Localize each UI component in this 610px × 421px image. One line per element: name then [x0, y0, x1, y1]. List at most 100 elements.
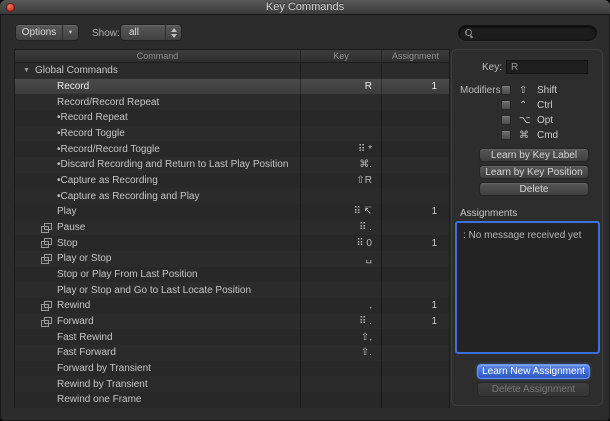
command-label: Rewind one Frame: [57, 394, 142, 406]
assignment-cell: [381, 94, 449, 111]
command-cell: •Capture as Recording and Play: [15, 188, 300, 204]
table-row[interactable]: Rewind by Transient: [15, 376, 449, 393]
command-cell: •Record Repeat: [15, 110, 300, 126]
table-row[interactable]: •Record Repeat: [15, 110, 449, 126]
command-cell: Forward by Transient: [15, 361, 300, 377]
table-row[interactable]: Forward by Transient: [15, 360, 449, 377]
command-cell: Rewind one Frame: [15, 392, 300, 408]
table-row[interactable]: Stop or Play From Last Position: [15, 266, 449, 283]
command-label: •Record Repeat: [57, 112, 128, 124]
command-cell: Fast Forward: [15, 345, 300, 361]
table-body: ▼ Global Commands Record R 1 Record/Reco…: [15, 63, 449, 408]
key-cell: ⠿ 0: [300, 235, 381, 252]
command-cell: Play or Stop: [15, 251, 300, 267]
command-label: Rewind: [57, 300, 91, 312]
learn-new-assignment-button[interactable]: Learn New Assignment: [477, 364, 590, 379]
assignments-box[interactable]: : No message received yet: [455, 221, 600, 354]
assignment-cell: [381, 392, 449, 408]
modifier-row-cmd: ⌘ Cmd: [501, 129, 558, 141]
assignment-cell: [381, 172, 449, 189]
command-cell: Rewind by Transient: [15, 376, 300, 392]
ctrl-checkbox[interactable]: [501, 100, 511, 110]
assignment-cell: [381, 63, 449, 79]
assignment-cell: [381, 110, 449, 126]
table-row[interactable]: Stop ⠿ 0 1: [15, 235, 449, 252]
show-filter-popup[interactable]: all: [120, 24, 182, 41]
shift-checkbox[interactable]: [501, 85, 511, 95]
learn-by-key-label-button[interactable]: Learn by Key Label: [479, 148, 589, 162]
assignment-cell: 1: [381, 204, 449, 220]
window-title: Key Commands: [265, 1, 345, 13]
assignment-cell: [381, 282, 449, 299]
controller-assignment-icon: [41, 253, 52, 264]
cmd-label: Cmd: [537, 129, 559, 141]
command-label: Fast Forward: [57, 347, 116, 359]
search-input[interactable]: [470, 26, 603, 40]
chevron-down-icon: ▼: [67, 29, 74, 36]
table-row[interactable]: Play ⠿ ↸ 1: [15, 204, 449, 220]
table-row[interactable]: Forward ⠿ . 1: [15, 313, 449, 330]
shift-symbol-icon: ⇧: [519, 84, 528, 96]
key-cell: ⌘.: [300, 157, 381, 173]
key-cell: ⇧,: [300, 329, 381, 346]
title-bar[interactable]: Key Commands: [0, 0, 610, 15]
table-row[interactable]: Record/Record Repeat: [15, 94, 449, 111]
search-field[interactable]: ▾: [458, 25, 603, 41]
key-cell: [300, 63, 381, 79]
cmd-symbol-icon: ⌘: [519, 129, 529, 141]
command-cell: Stop or Play From Last Position: [15, 267, 300, 283]
command-cell: Play: [15, 204, 300, 220]
command-label: Forward by Transient: [57, 363, 151, 375]
key-cell: ␣: [300, 251, 381, 267]
assignment-cell: 1: [381, 298, 449, 314]
assignment-cell: [381, 266, 449, 283]
assignment-cell: 1: [381, 235, 449, 252]
table-row[interactable]: Play or Stop and Go to Last Locate Posit…: [15, 282, 449, 299]
learn-by-key-position-button[interactable]: Learn by Key Position: [479, 165, 589, 179]
opt-symbol-icon: ⌥: [519, 114, 531, 126]
table-row[interactable]: Rewind one Frame: [15, 392, 449, 408]
table-row[interactable]: •Capture as Recording ⇧R: [15, 172, 449, 189]
column-header-command: Command: [136, 51, 179, 61]
table-row[interactable]: Rewind , 1: [15, 298, 449, 314]
opt-checkbox[interactable]: [501, 115, 511, 125]
cmd-checkbox[interactable]: [501, 130, 511, 140]
delete-button[interactable]: Delete: [479, 182, 589, 196]
table-row[interactable]: Fast Forward ⇧.: [15, 345, 449, 361]
table-row[interactable]: Play or Stop ␣: [15, 251, 449, 267]
show-label: Show:: [92, 28, 120, 39]
delete-assignment-button: Delete Assignment: [477, 382, 590, 397]
command-label: Rewind by Transient: [57, 378, 148, 390]
key-cell: [300, 125, 381, 142]
modifier-row-shift: ⇧ Shift: [501, 84, 557, 96]
key-value-field[interactable]: R: [506, 60, 588, 74]
key-cell: ⠿ ↸: [300, 204, 381, 220]
key-cell: [300, 360, 381, 377]
disclosure-triangle-icon[interactable]: ▼: [23, 67, 35, 74]
assignment-cell: [381, 345, 449, 361]
table-row[interactable]: •Record Toggle: [15, 125, 449, 142]
table-row[interactable]: Record R 1: [15, 78, 449, 95]
assignment-cell: [381, 329, 449, 346]
command-cell: Record: [15, 79, 300, 95]
table-row[interactable]: Fast Rewind ⇧,: [15, 329, 449, 346]
key-cell: [300, 392, 381, 408]
command-cell: •Record Toggle: [15, 126, 300, 142]
modifier-row-ctrl: ⌃ Ctrl: [501, 99, 553, 111]
table-header: Command Key Assignment: [15, 50, 449, 63]
table-row[interactable]: Pause ⠿ .: [15, 219, 449, 236]
options-button[interactable]: Options ▼: [15, 24, 79, 41]
assignment-cell: 1: [381, 313, 449, 330]
assignment-cell: [381, 141, 449, 158]
ctrl-symbol-icon: ⌃: [519, 99, 528, 111]
table-row[interactable]: •Record/Record Toggle ⠿ *: [15, 141, 449, 158]
table-row[interactable]: •Discard Recording and Return to Last Pl…: [15, 157, 449, 173]
command-cell: •Capture as Recording: [15, 173, 300, 189]
modifiers-label: Modifiers:: [460, 85, 504, 96]
command-label: •Record Toggle: [57, 128, 125, 140]
options-button-label: Options: [21, 27, 57, 38]
table-row[interactable]: •Capture as Recording and Play: [15, 188, 449, 205]
key-cell: ,: [300, 298, 381, 314]
table-row[interactable]: ▼ Global Commands: [15, 63, 449, 79]
command-label: Global Commands: [35, 65, 118, 77]
